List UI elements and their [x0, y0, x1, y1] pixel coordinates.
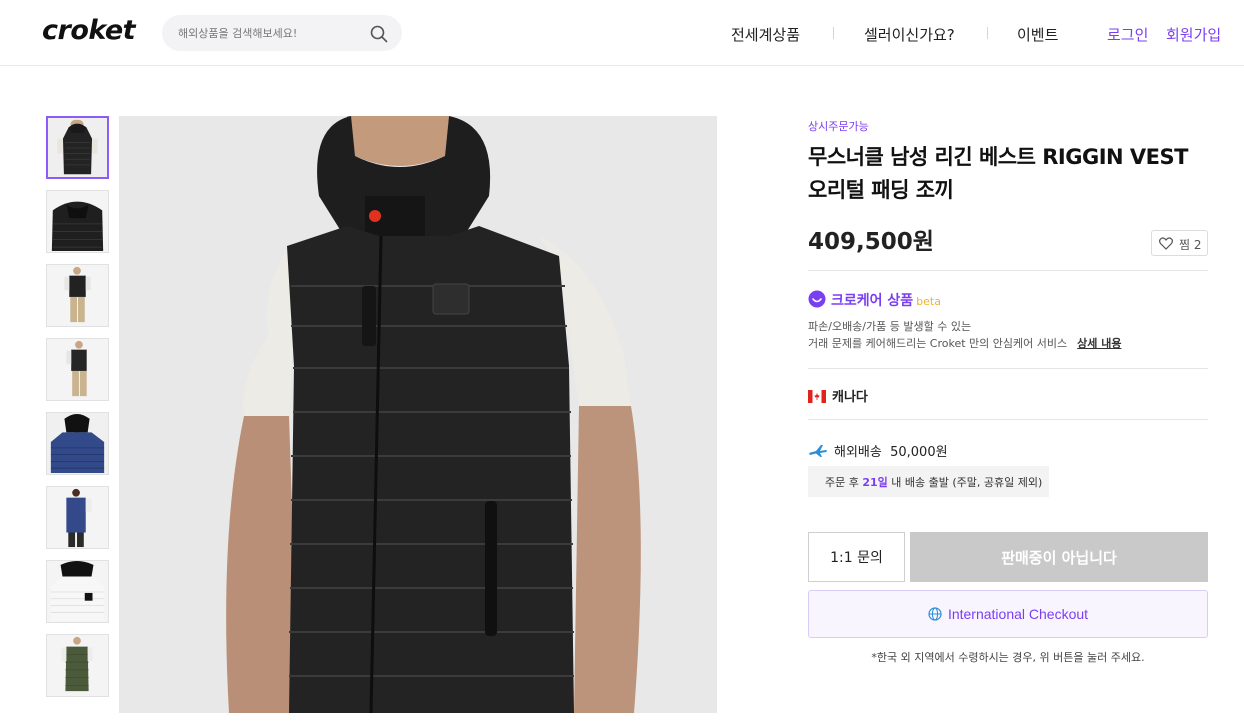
care-description: 파손/오배송/가품 등 발생할 수 있는 거래 문제를 케어해드리는 Croke… — [808, 318, 1121, 352]
international-checkout-label: International Checkout — [947, 606, 1089, 622]
thumbnail-8[interactable] — [46, 634, 109, 697]
dispatch-days: 21일 — [862, 476, 888, 489]
international-checkout-button[interactable]: International Checkout — [808, 590, 1208, 638]
vest-thumbnail-image — [47, 561, 108, 622]
smile-icon — [808, 290, 826, 308]
sold-out-button: 판매중이 아닙니다 — [910, 532, 1208, 582]
nav-divider — [833, 27, 834, 39]
wishlist-count: 2 — [1193, 238, 1202, 252]
vest-thumbnail-image — [47, 635, 108, 696]
care-desc-line1: 파손/오배송/가품 등 발생할 수 있는 — [808, 320, 972, 333]
nav-events[interactable]: 이벤트 — [1017, 24, 1058, 45]
heart-icon — [1159, 237, 1173, 250]
shipping-fee: 50,000원 — [890, 445, 948, 460]
nav-global-products[interactable]: 전세계상품 — [731, 24, 800, 45]
search-input[interactable] — [178, 23, 368, 43]
care-desc-line2: 거래 문제를 케어해드리는 Croket 만의 안심케어 서비스 — [808, 337, 1068, 350]
shipping-label: 해외배송 — [834, 445, 882, 460]
thumbnail-1[interactable] — [46, 116, 109, 179]
divider — [808, 419, 1208, 420]
checkout-note: *한국 외 지역에서 수령하시는 경우, 위 버튼을 눌러 주세요. — [871, 651, 1145, 664]
wishlist-label: 찜 — [1179, 238, 1191, 252]
vest-thumbnail-image — [47, 265, 108, 326]
nav-divider — [987, 27, 988, 39]
product-price: 409,500원 — [808, 229, 934, 255]
thumbnail-3[interactable] — [46, 264, 109, 327]
care-detail-link[interactable]: 상세 내용 — [1077, 337, 1121, 350]
vest-thumbnail-image — [47, 487, 108, 548]
header: croket 전세계상품 셀러이신가요? 이벤트 로그인 회원가입 — [0, 0, 1244, 66]
croket-logo[interactable]: croket — [42, 15, 136, 46]
vest-thumbnail-image — [48, 118, 107, 177]
croket-care-title: 크로케어 상품 beta — [808, 290, 941, 310]
beta-badge: beta — [916, 295, 941, 308]
canada-flag-icon — [808, 390, 826, 403]
dispatch-suffix: 내 배송 출발 (주말, 공휴일 제외) — [891, 476, 1043, 489]
main-product-image — [119, 116, 717, 713]
thumbnail-4[interactable] — [46, 338, 109, 401]
vest-thumbnail-image — [47, 339, 108, 400]
dispatch-info: 주문 후 21일 내 배송 출발 (주말, 공휴일 제외) — [808, 466, 1049, 497]
thumbnail-7[interactable] — [46, 560, 109, 623]
country-name: 캐나다 — [832, 390, 868, 405]
nav-login[interactable]: 로그인 — [1107, 24, 1148, 45]
vest-model-image — [119, 116, 717, 713]
inquiry-button[interactable]: 1:1 문의 — [808, 532, 905, 582]
dispatch-prefix: 주문 후 — [825, 476, 859, 489]
airplane-icon — [809, 445, 827, 457]
thumbnail-6[interactable] — [46, 486, 109, 549]
availability-tag: 상시주문가능 — [808, 120, 869, 133]
product-title: 무스너클 남성 리긴 베스트 RIGGIN VEST 오리털 패딩 조끼 — [808, 145, 1188, 202]
nav-seller[interactable]: 셀러이신가요? — [864, 24, 955, 45]
vest-thumbnail-image — [47, 191, 108, 252]
shipping-info: 해외배송 50,000원 — [808, 441, 948, 460]
globe-icon — [928, 607, 942, 621]
search-icon[interactable] — [370, 25, 388, 43]
wishlist-button[interactable]: 찜 2 — [1151, 230, 1208, 256]
divider — [808, 270, 1208, 271]
thumbnail-5[interactable] — [46, 412, 109, 475]
search-bar — [162, 15, 402, 51]
divider — [808, 368, 1208, 369]
care-title-text: 크로케어 상품 — [831, 293, 914, 309]
thumbnail-2[interactable] — [46, 190, 109, 253]
vest-thumbnail-image — [47, 413, 108, 474]
origin-country: 캐나다 — [808, 386, 868, 405]
nav-signup[interactable]: 회원가입 — [1166, 24, 1221, 45]
